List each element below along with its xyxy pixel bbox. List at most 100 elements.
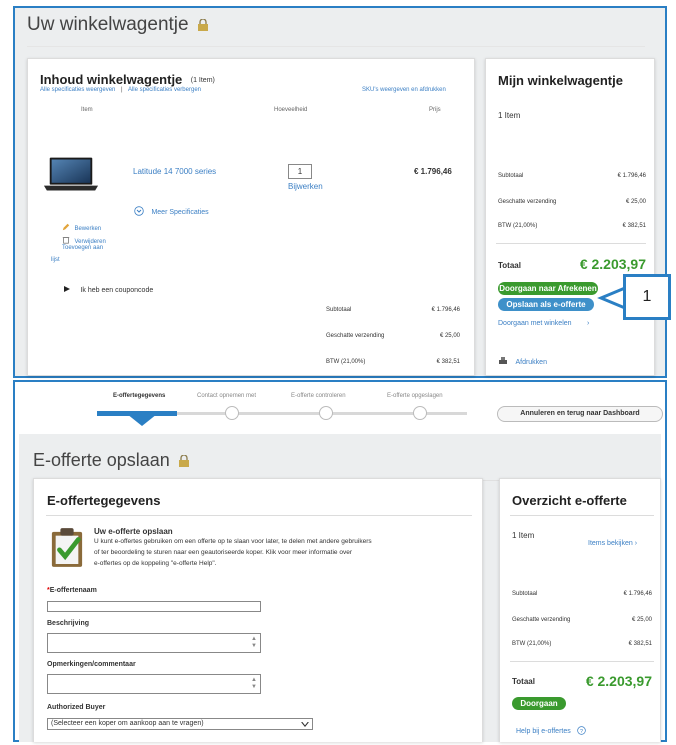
my-cart-shipping-label: Geschatte verzending	[498, 199, 557, 205]
my-cart-subtotal-label: Subtotaal	[498, 173, 524, 179]
column-header-price: Prijs	[429, 107, 441, 113]
print-row[interactable]: Afdrukken	[498, 351, 547, 369]
cancel-to-dashboard-button[interactable]: Annuleren en terug naar Dashboard	[497, 406, 663, 422]
my-cart-total-divider	[496, 243, 646, 244]
overview-shipping-label: Geschatte verzending	[512, 617, 571, 623]
callout-number-box: 1	[623, 274, 671, 320]
my-cart-total-label: Totaal	[498, 261, 521, 270]
help-circle-icon: ?	[577, 726, 586, 735]
add-to-list-link-line1[interactable]: Toevoegen aan	[62, 245, 103, 251]
show-skus-link[interactable]: SKU's weergeven en afdrukken	[362, 87, 446, 93]
hide-all-specs-link[interactable]: Alle specificaties verbergen	[128, 87, 201, 93]
quote-page-title: E-offerte opslaan	[33, 450, 170, 470]
quote-help-row[interactable]: Help bij e-offertes ?	[516, 720, 586, 738]
checkout-button-label: Doorgaan naar Afrekenen	[499, 284, 597, 293]
progress-step-2-dot	[225, 406, 239, 420]
update-quantity-link[interactable]: Bijwerken	[288, 182, 323, 191]
cart-shipping-label: Geschatte verzending	[326, 333, 385, 339]
cart-contents-title: Inhoud winkelwagentje	[40, 72, 183, 87]
cancel-to-dashboard-label: Annuleren en terug naar Dashboard	[520, 410, 640, 417]
progress-step-2-label: Contact opnemen met	[197, 393, 257, 399]
quote-name-input[interactable]	[47, 601, 261, 612]
quantity-input[interactable]: 1	[288, 164, 312, 179]
clipboard-check-icon	[51, 528, 83, 567]
progress-step-4-dot	[413, 406, 427, 420]
my-cart-title: Mijn winkelwagentje	[498, 73, 623, 88]
quote-overview-divider	[510, 515, 654, 516]
chevron-down-icon	[301, 722, 309, 727]
quote-help-link[interactable]: Help bij e-offertes	[516, 728, 571, 735]
my-cart-item-count: 1 Item	[498, 111, 521, 120]
quote-overview-card: Overzicht e-offerte 1 Item Items bekijke…	[499, 478, 661, 742]
continue-shopping-link[interactable]: Doorgaan met winkelen	[498, 320, 572, 327]
my-cart-subtotal-value: € 1.796,46	[617, 173, 646, 179]
cart-item-count: (1 Item)	[190, 77, 215, 84]
spec-links-separator: |	[121, 87, 123, 93]
column-header-item: Item	[81, 107, 93, 113]
cart-shipping-value: € 25,00	[439, 333, 460, 339]
callout-number: 1	[642, 288, 652, 305]
print-link[interactable]: Afdrukken	[515, 359, 547, 366]
laptop-image[interactable]	[42, 155, 100, 195]
save-quote-text-line1: U kunt e-offertes gebruiken om een offer…	[94, 538, 372, 545]
view-items-row[interactable]: Items bekijken ›	[588, 532, 637, 550]
coupon-toggle[interactable]: Ik heb een couponcode	[64, 279, 153, 297]
overview-total-value: € 2.203,97	[585, 673, 652, 689]
printer-icon	[499, 357, 507, 364]
progress-step-1-label: E-offertegegevens	[113, 393, 166, 399]
cart-subtotal-value: € 1.796,46	[431, 307, 460, 313]
trash-icon	[62, 237, 70, 244]
authorized-buyer-selected: (Selecteer een koper om aankoop aan te v…	[51, 720, 204, 727]
svg-text:?: ?	[580, 729, 583, 735]
authorized-buyer-select[interactable]: (Selecteer een koper om aankoop aan te v…	[47, 718, 313, 730]
title-underline	[27, 46, 645, 47]
save-as-quote-button[interactable]: Opslaan als e-offerte	[498, 298, 594, 311]
overview-vat-value: € 382,51	[628, 641, 652, 647]
save-quote-text-line3: e-offertes op de koppeling "e-offerte He…	[94, 560, 217, 567]
overview-item-count: 1 Item	[512, 531, 535, 540]
progress-step-3-label: E-offerte controleren	[291, 393, 346, 399]
overview-subtotal-value: € 1.796,46	[623, 591, 652, 597]
save-quote-title: Uw e-offerte opslaan	[94, 527, 173, 536]
my-cart-vat-label: BTW (21,00%)	[498, 223, 538, 229]
cart-screenshot-panel: Uw winkelwagentje Inhoud winkelwagentje …	[13, 6, 671, 378]
more-specs-link[interactable]: Meer Specificaties	[151, 209, 208, 216]
progress-current-marker	[127, 414, 157, 426]
overview-shipping-value: € 25,00	[631, 617, 652, 623]
product-name-link[interactable]: Latitude 14 7000 series	[133, 167, 216, 176]
my-cart-shipping-value: € 25,00	[625, 199, 646, 205]
comments-label: Opmerkingen/commentaar	[47, 661, 136, 668]
spec-links-row: Alle specificaties weergeven | Alle spec…	[40, 87, 201, 93]
callout-pointer	[597, 286, 625, 310]
description-textarea[interactable]: ▲ ▼	[47, 633, 261, 653]
overview-total-label: Totaal	[512, 677, 535, 686]
view-items-link[interactable]: Items bekijken	[588, 540, 633, 547]
more-specs-row[interactable]: Meer Specificaties	[134, 201, 209, 219]
comments-resize-arrows[interactable]: ▲ ▼	[250, 677, 258, 691]
lock-icon	[197, 19, 208, 31]
show-all-specs-link[interactable]: Alle specificaties weergeven	[40, 87, 115, 93]
description-resize-arrows[interactable]: ▲ ▼	[250, 636, 258, 650]
checkout-button[interactable]: Doorgaan naar Afrekenen	[498, 282, 598, 295]
authorized-buyer-label: Authorized Buyer	[47, 704, 106, 711]
cart-subtotal-label: Subtotaal	[326, 307, 352, 313]
cart-vat-value: € 382,51	[436, 359, 460, 365]
quote-page-title-wrap: E-offerte opslaan	[33, 450, 191, 471]
cart-page-title: Uw winkelwagentje	[27, 14, 189, 35]
continue-button-label: Doorgaan	[520, 699, 558, 708]
my-cart-vat-value: € 382,51	[622, 223, 646, 229]
overview-vat-label: BTW (21,00%)	[512, 641, 552, 647]
overview-total-divider	[510, 661, 654, 662]
add-to-list-link-line2[interactable]: lijst	[51, 257, 60, 263]
quote-name-label: E-offertenaam	[49, 587, 97, 594]
continue-button[interactable]: Doorgaan	[512, 697, 566, 710]
comments-textarea[interactable]: ▲ ▼	[47, 674, 261, 694]
save-as-quote-button-label: Opslaan als e-offerte	[506, 300, 586, 309]
continue-shopping-chevron: ›	[587, 320, 590, 327]
quantity-value: 1	[297, 167, 303, 176]
quote-content-area: E-offerte opslaan E-offertegegevens Uw e…	[19, 434, 661, 742]
quote-overview-title: Overzicht e-offerte	[512, 493, 627, 508]
my-cart-total-value: € 2.203,97	[579, 256, 646, 272]
quote-section-title: E-offertegegevens	[47, 493, 161, 508]
chevron-down-circle-icon	[134, 206, 144, 216]
